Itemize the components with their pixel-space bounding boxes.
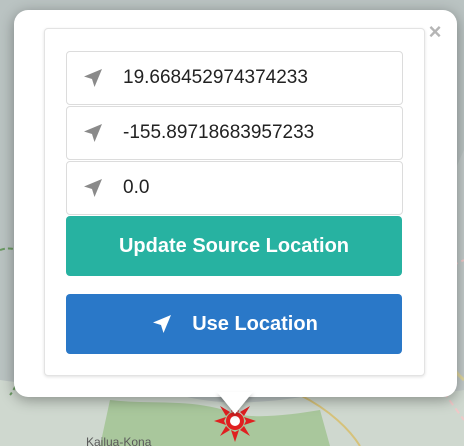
location-arrow-icon bbox=[84, 179, 102, 197]
location-arrow-icon bbox=[84, 69, 102, 87]
longitude-input[interactable] bbox=[123, 107, 393, 159]
altitude-field[interactable] bbox=[66, 161, 403, 215]
update-source-location-button[interactable]: Update Source Location bbox=[66, 216, 402, 276]
location-popup: × Update Source Location bbox=[14, 10, 457, 397]
altitude-input[interactable] bbox=[123, 162, 393, 214]
location-arrow-icon bbox=[153, 315, 172, 333]
latitude-field[interactable] bbox=[66, 51, 403, 105]
close-icon[interactable]: × bbox=[425, 21, 445, 43]
location-form-panel: Update Source Location Use Location bbox=[44, 28, 425, 376]
longitude-field[interactable] bbox=[66, 106, 403, 160]
latitude-input[interactable] bbox=[123, 52, 393, 104]
use-location-button[interactable]: Use Location bbox=[66, 294, 402, 354]
map-place-label: Kailua-Kona bbox=[86, 435, 152, 446]
update-source-location-label: Update Source Location bbox=[118, 234, 350, 257]
popup-tip bbox=[217, 392, 253, 414]
use-location-label: Use Location bbox=[192, 312, 318, 335]
location-arrow-icon bbox=[84, 124, 102, 142]
